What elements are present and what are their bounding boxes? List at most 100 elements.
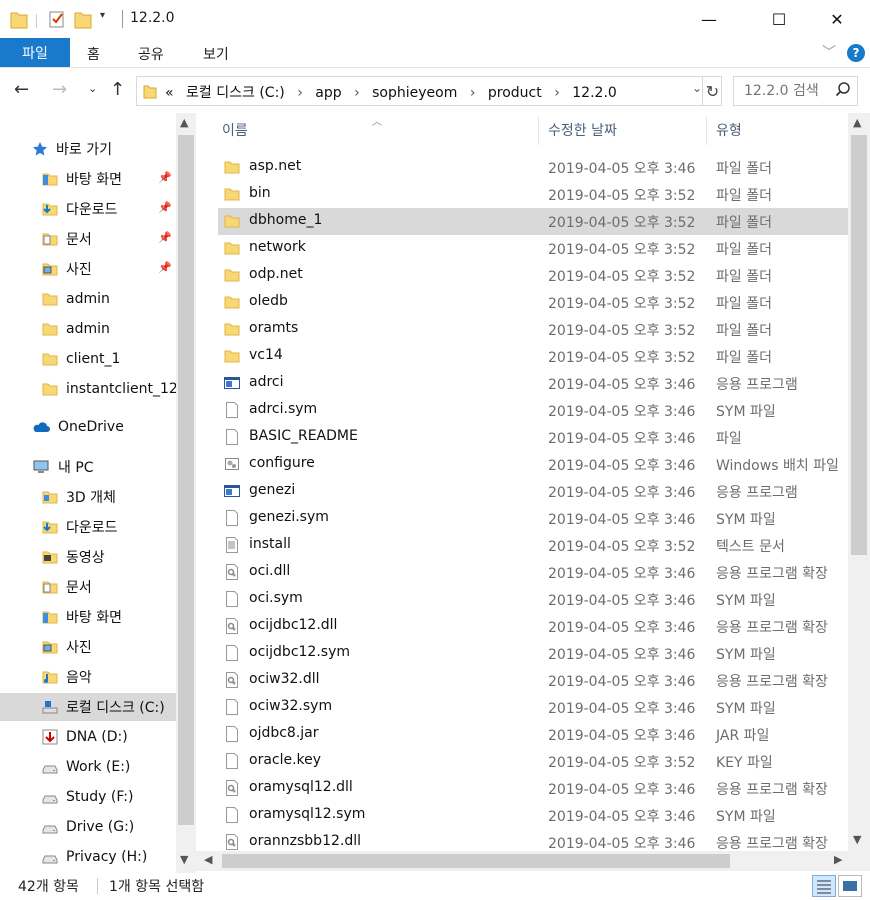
nav-item-pc-6[interactable]: 음악 — [0, 663, 176, 691]
nav-item-pc-11[interactable]: Drive (G:) — [0, 813, 176, 841]
column-header-name[interactable]: 이름 — [222, 113, 248, 147]
column-divider[interactable] — [706, 117, 707, 145]
file-row[interactable]: oci.dll 2019-04-05 오후 3:46 응용 프로그램 확장 — [218, 559, 848, 586]
nav-item-pc-8[interactable]: DNA (D:) — [0, 723, 176, 751]
tab-view[interactable]: 보기 — [203, 44, 229, 64]
pin-icon[interactable]: 📌 — [158, 201, 172, 214]
file-row[interactable]: network 2019-04-05 오후 3:52 파일 폴더 — [218, 235, 848, 262]
address-dropdown-icon[interactable]: ⌄ — [692, 81, 702, 95]
file-row[interactable]: BASIC_README 2019-04-05 오후 3:46 파일 — [218, 424, 848, 451]
tab-file[interactable]: 파일 — [0, 38, 70, 67]
nav-item-pc-4[interactable]: 바탕 화면 — [0, 603, 176, 631]
scroll-down-icon[interactable]: ▼ — [180, 853, 188, 866]
file-row[interactable]: install 2019-04-05 오후 3:52 텍스트 문서 — [218, 532, 848, 559]
nav-item-quick-4[interactable]: admin — [0, 285, 176, 313]
file-row[interactable]: oramysql12.sym 2019-04-05 오후 3:46 SYM 파일 — [218, 802, 848, 829]
breadcrumb-overflow[interactable]: « — [165, 85, 174, 101]
file-row[interactable]: asp.net 2019-04-05 오후 3:46 파일 폴더 — [218, 154, 848, 181]
scroll-down-icon[interactable]: ▼ — [853, 833, 861, 846]
search-box[interactable] — [733, 76, 858, 106]
back-arrow-icon[interactable]: ← — [14, 79, 29, 100]
breadcrumb-separator[interactable]: › — [354, 85, 360, 101]
nav-item-quick-5[interactable]: admin — [0, 315, 176, 343]
pin-icon[interactable]: 📌 — [158, 231, 172, 244]
tab-home[interactable]: 홈 — [87, 44, 100, 64]
new-folder-icon[interactable] — [74, 9, 92, 29]
ribbon-expand-icon[interactable]: ﹀ — [822, 42, 836, 62]
nav-item-pc-3[interactable]: 문서 — [0, 573, 176, 601]
column-header-type[interactable]: 유형 — [716, 113, 742, 147]
address-bar[interactable]: « 로컬 디스크 (C:) › app › sophieyeom › produ… — [136, 76, 722, 106]
column-header-date[interactable]: 수정한 날짜 — [548, 113, 617, 147]
maximize-button[interactable]: ☐ — [756, 0, 802, 38]
nav-item-quick-3[interactable]: 사진 📌 — [0, 255, 176, 283]
file-row[interactable]: ociw32.dll 2019-04-05 오후 3:46 응용 프로그램 확장 — [218, 667, 848, 694]
help-button[interactable]: ? — [847, 44, 865, 62]
nav-item-pc-7[interactable]: 로컬 디스크 (C:) — [0, 693, 176, 721]
breadcrumb-separator[interactable]: › — [554, 85, 560, 101]
nav-item-pc-10[interactable]: Study (F:) — [0, 783, 176, 811]
nav-item-quick-7[interactable]: instantclient_12_ — [0, 375, 185, 403]
file-row[interactable]: oramts 2019-04-05 오후 3:52 파일 폴더 — [218, 316, 848, 343]
nav-item-pc-0[interactable]: 3D 개체 — [0, 483, 176, 511]
nav-item-quick-0[interactable]: 바탕 화면 📌 — [0, 165, 176, 193]
large-icons-view-icon[interactable] — [838, 875, 862, 897]
tab-share[interactable]: 공유 — [138, 44, 164, 64]
nav-item-quick-2[interactable]: 문서 📌 — [0, 225, 176, 253]
breadcrumb-current[interactable]: 12.2.0 — [572, 85, 617, 101]
forward-arrow-icon[interactable]: → — [52, 79, 67, 100]
breadcrumb-local-disk[interactable]: 로컬 디스크 (C:) — [186, 85, 285, 101]
nav-onedrive[interactable]: OneDrive — [0, 413, 176, 441]
customize-qa-icon[interactable]: ▾ — [100, 10, 105, 30]
file-list-scrollbar-thumb[interactable] — [851, 135, 867, 555]
pin-icon[interactable]: 📌 — [158, 171, 172, 184]
file-row[interactable]: vc14 2019-04-05 오후 3:52 파일 폴더 — [218, 343, 848, 370]
nav-item-quick-6[interactable]: client_1 — [0, 345, 176, 373]
file-list-scrollbar[interactable]: ▲ ▼ — [848, 113, 870, 851]
close-button[interactable]: ✕ — [814, 0, 860, 38]
file-row[interactable]: oci.sym 2019-04-05 오후 3:46 SYM 파일 — [218, 586, 848, 613]
nav-this-pc[interactable]: 내 PC — [0, 453, 176, 481]
search-icon[interactable] — [835, 81, 851, 97]
up-arrow-icon[interactable]: ↑ — [110, 79, 125, 100]
file-row[interactable]: ocijdbc12.sym 2019-04-05 오후 3:46 SYM 파일 — [218, 640, 848, 667]
file-row[interactable]: adrci.sym 2019-04-05 오후 3:46 SYM 파일 — [218, 397, 848, 424]
file-row[interactable]: bin 2019-04-05 오후 3:52 파일 폴더 — [218, 181, 848, 208]
breadcrumb-product[interactable]: product — [488, 85, 542, 101]
breadcrumb-separator[interactable]: › — [470, 85, 476, 101]
file-row[interactable]: oracle.key 2019-04-05 오후 3:52 KEY 파일 — [218, 748, 848, 775]
file-row[interactable]: ojdbc8.jar 2019-04-05 오후 3:46 JAR 파일 — [218, 721, 848, 748]
breadcrumb-sophieyeom[interactable]: sophieyeom — [372, 85, 457, 101]
nav-quick-access[interactable]: 바로 가기 — [0, 135, 176, 163]
file-row[interactable]: dbhome_1 2019-04-05 오후 3:52 파일 폴더 — [218, 208, 848, 235]
nav-item-pc-2[interactable]: 동영상 — [0, 543, 176, 571]
file-row[interactable]: oledb 2019-04-05 오후 3:52 파일 폴더 — [218, 289, 848, 316]
scroll-right-icon[interactable]: ▶ — [834, 853, 842, 866]
nav-scrollbar-thumb[interactable] — [178, 135, 194, 825]
breadcrumb-app[interactable]: app — [315, 85, 341, 101]
horizontal-scrollbar-thumb[interactable] — [222, 854, 730, 868]
file-row[interactable]: odp.net 2019-04-05 오후 3:52 파일 폴더 — [218, 262, 848, 289]
details-view-icon[interactable] — [812, 875, 836, 897]
nav-item-pc-9[interactable]: Work (E:) — [0, 753, 176, 781]
file-row[interactable]: ociw32.sym 2019-04-05 오후 3:46 SYM 파일 — [218, 694, 848, 721]
refresh-icon[interactable]: ↻ — [702, 76, 722, 106]
search-input[interactable] — [744, 83, 834, 99]
nav-item-pc-12[interactable]: Privacy (H:) — [0, 843, 176, 871]
nav-item-pc-1[interactable]: 다운로드 — [0, 513, 176, 541]
nav-item-quick-1[interactable]: 다운로드 📌 — [0, 195, 176, 223]
breadcrumb-separator[interactable]: › — [297, 85, 303, 101]
nav-item-pc-5[interactable]: 사진 — [0, 633, 176, 661]
column-divider[interactable] — [538, 117, 539, 145]
recent-locations-icon[interactable]: ⌄ — [88, 82, 97, 95]
file-row[interactable]: oramysql12.dll 2019-04-05 오후 3:46 응용 프로그… — [218, 775, 848, 802]
minimize-button[interactable]: — — [686, 0, 732, 38]
file-row[interactable]: adrci 2019-04-05 오후 3:46 응용 프로그램 — [218, 370, 848, 397]
file-row[interactable]: genezi.sym 2019-04-05 오후 3:46 SYM 파일 — [218, 505, 848, 532]
nav-scrollbar[interactable]: ▲ ▼ — [176, 113, 196, 873]
scroll-up-icon[interactable]: ▲ — [180, 116, 188, 129]
pin-icon[interactable]: 📌 — [158, 261, 172, 274]
scroll-left-icon[interactable]: ◀ — [204, 853, 212, 866]
horizontal-scrollbar[interactable]: ◀ ▶ — [196, 851, 870, 871]
file-row[interactable]: configure 2019-04-05 오후 3:46 Windows 배치 … — [218, 451, 848, 478]
